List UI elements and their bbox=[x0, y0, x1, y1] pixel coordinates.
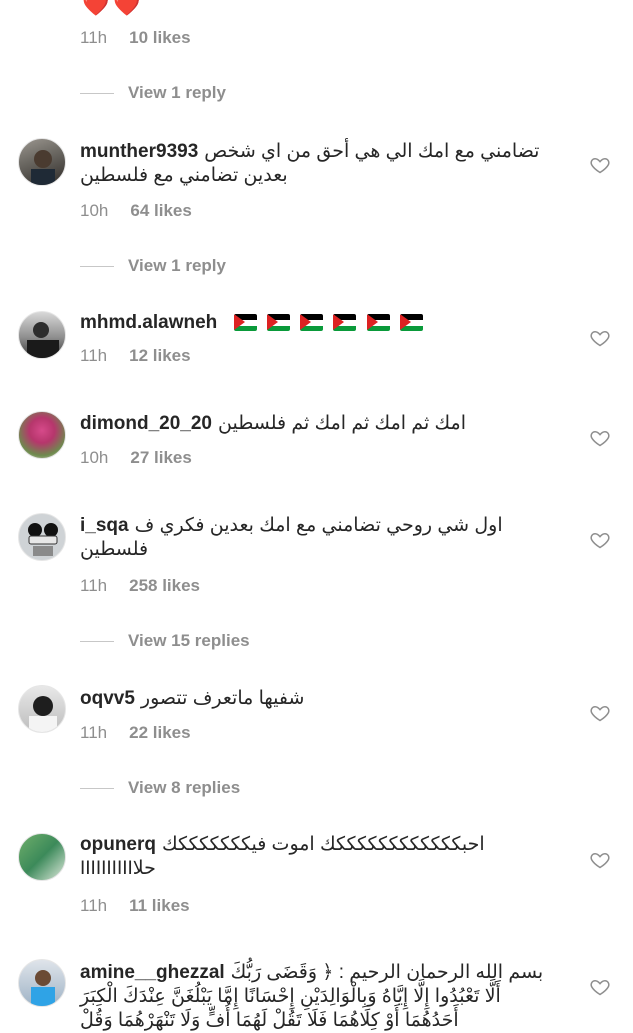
comment-text: opunerq احبككككككككككككك اموت فيكككككككك … bbox=[80, 833, 550, 881]
heart-icon[interactable] bbox=[590, 977, 610, 997]
comment-time: 11h bbox=[80, 723, 108, 742]
comment-meta: 10h 27 likes bbox=[80, 448, 192, 468]
comment-likes[interactable]: 11 likes bbox=[129, 896, 190, 915]
palestine-flag-icon bbox=[399, 314, 423, 332]
comment-username[interactable]: munther9393 bbox=[80, 141, 198, 162]
view-replies-button[interactable]: View 1 reply bbox=[80, 83, 226, 103]
palestine-flag-icon bbox=[333, 314, 357, 332]
comment-username[interactable]: mhmd.alawneh bbox=[80, 312, 217, 333]
comment-text: oqvv5 شفيها ماتعرف تتصور bbox=[80, 687, 550, 711]
comment-meta: 11h 22 likes bbox=[80, 723, 191, 743]
comment-time: 11h bbox=[80, 346, 108, 365]
avatar[interactable] bbox=[18, 138, 66, 186]
comment-text: munther9393 تضامني مع امك الي هي أحق من ا… bbox=[80, 140, 550, 188]
comment-time: 11h bbox=[80, 896, 108, 915]
avatar[interactable] bbox=[18, 311, 66, 359]
view-replies-button[interactable]: View 1 reply bbox=[80, 256, 226, 276]
palestine-flag-icon bbox=[366, 314, 390, 332]
comment-likes[interactable]: 64 likes bbox=[130, 201, 191, 220]
comment-text: mhmd.alawneh bbox=[80, 311, 550, 335]
comment-body: شفيها ماتعرف تتصور bbox=[140, 688, 305, 709]
comment-likes[interactable]: 258 likes bbox=[129, 576, 200, 595]
avatar[interactable] bbox=[18, 411, 66, 459]
reply-divider-line bbox=[80, 266, 114, 268]
palestine-flag-icon bbox=[266, 314, 290, 332]
comment-likes[interactable]: 27 likes bbox=[130, 448, 191, 467]
comment-likes[interactable]: 10 likes bbox=[129, 28, 190, 47]
comment-time: 10h bbox=[80, 448, 109, 467]
avatar[interactable] bbox=[18, 833, 66, 881]
heart-icon[interactable] bbox=[590, 428, 610, 448]
comment-time: 10h bbox=[80, 201, 109, 220]
heart-emojis: ❤️❤️ bbox=[82, 0, 145, 17]
comment-username[interactable]: oqvv5 bbox=[80, 688, 135, 709]
comment-meta: 11h 11 likes bbox=[80, 896, 190, 916]
comment-time: 11h bbox=[80, 28, 108, 47]
comment-meta: 11h 10 likes bbox=[80, 28, 191, 48]
comment-username[interactable]: dimond_20_20 bbox=[80, 413, 212, 434]
avatar[interactable] bbox=[18, 959, 66, 1007]
comment-username[interactable]: amine__ghezzal bbox=[80, 962, 225, 983]
comment-likes[interactable]: 12 likes bbox=[129, 346, 190, 365]
heart-icon[interactable] bbox=[590, 155, 610, 175]
view-replies-button[interactable]: View 15 replies bbox=[80, 631, 250, 651]
avatar[interactable] bbox=[18, 513, 66, 561]
heart-icon[interactable] bbox=[590, 703, 610, 723]
comment-body: امك ثم امك ثم امك ثم فلسطين bbox=[218, 413, 466, 434]
comment-meta: 10h 64 likes bbox=[80, 201, 192, 221]
heart-icon[interactable] bbox=[590, 328, 610, 348]
heart-icon[interactable] bbox=[590, 530, 610, 550]
comment-meta: 11h 258 likes bbox=[80, 576, 200, 596]
comment-username[interactable]: opunerq bbox=[80, 834, 156, 855]
view-replies-button[interactable]: View 8 replies bbox=[80, 778, 240, 798]
avatar[interactable] bbox=[18, 685, 66, 733]
comment-likes[interactable]: 22 likes bbox=[129, 723, 190, 742]
comment-text: dimond_20_20 امك ثم امك ثم امك ثم فلسطين bbox=[80, 412, 550, 436]
comment-time: 11h bbox=[80, 576, 108, 595]
palestine-flag-icon bbox=[300, 314, 324, 332]
reply-divider-line bbox=[80, 788, 114, 790]
reply-divider-line bbox=[80, 93, 114, 95]
comment-text: i_sqa اول شي روحي تضامني مع امك بعدين فكر… bbox=[80, 514, 550, 562]
palestine-flag-icon bbox=[233, 314, 257, 332]
reply-divider-line bbox=[80, 641, 114, 643]
comment-meta: 11h 12 likes bbox=[80, 346, 191, 366]
comment-body: اول شي روحي تضامني مع امك بعدين فكري ف ف… bbox=[80, 515, 503, 560]
comment-username[interactable]: i_sqa bbox=[80, 515, 129, 536]
comment-text: amine__ghezzal بسم الله الرحمان الرحيم : … bbox=[80, 961, 550, 1033]
heart-icon[interactable] bbox=[590, 850, 610, 870]
